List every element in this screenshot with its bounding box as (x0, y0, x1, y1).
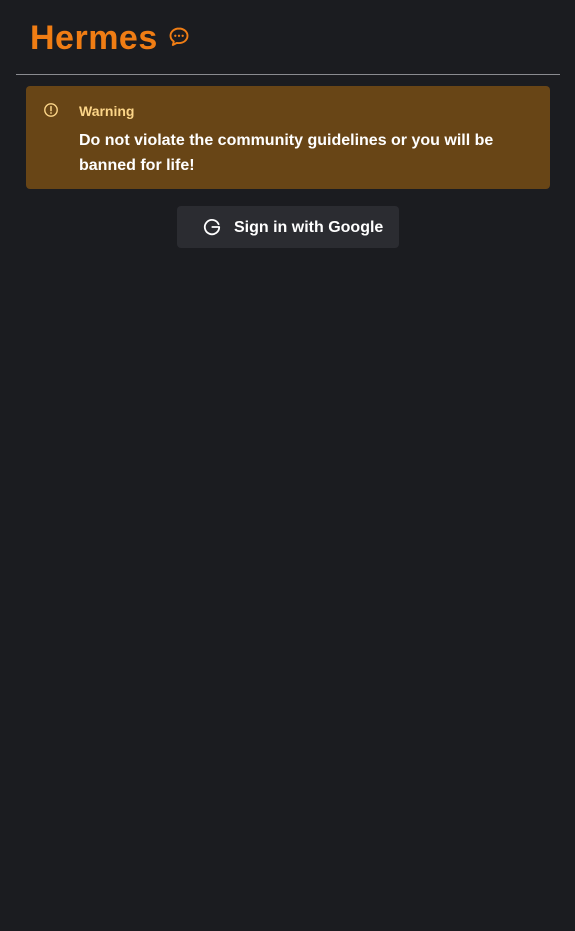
app-title: Hermes (30, 19, 158, 57)
google-button-label: Sign in with Google (234, 219, 384, 236)
alert-title: Warning (79, 103, 135, 119)
warning-alert: Warning Do not violate the community gui… (26, 86, 550, 189)
app-header: Hermes (16, 0, 560, 75)
app-root: Hermes Warning Do not violate the commun… (0, 0, 575, 931)
sign-in-with-google-button[interactable]: Sign in with Google (177, 206, 399, 248)
chat-bubble-icon (168, 26, 190, 48)
exclamation-circle-icon (43, 102, 59, 118)
alert-message: Do not violate the community guidelines … (79, 132, 494, 174)
google-g-icon (201, 216, 223, 238)
